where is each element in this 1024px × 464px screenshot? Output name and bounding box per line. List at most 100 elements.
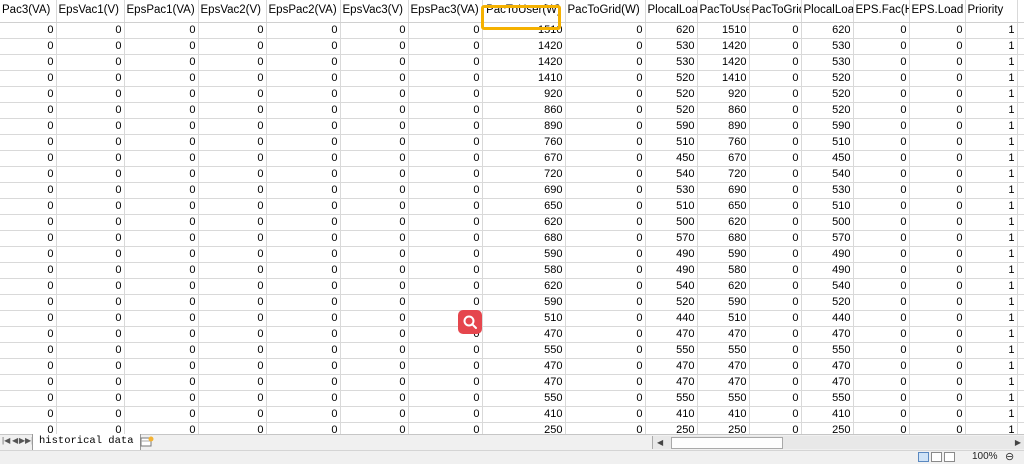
table-cell[interactable]: 0 <box>565 86 646 103</box>
table-cell[interactable]: 520 <box>801 70 854 87</box>
table-cell[interactable]: 720 <box>482 166 566 183</box>
table-cell[interactable]: 1410 <box>697 70 750 87</box>
table-cell[interactable]: 530 <box>645 182 698 199</box>
table-cell[interactable]: 0 <box>266 294 341 311</box>
table-cell[interactable]: 470 <box>482 358 566 375</box>
column-header[interactable]: EpsVac1(V) <box>56 0 125 23</box>
table-cell[interactable]: 0 <box>749 390 802 407</box>
table-cell[interactable]: 0 <box>749 214 802 231</box>
table-cell[interactable]: 0 <box>408 102 483 119</box>
table-cell[interactable]: 0 <box>853 294 910 311</box>
table-cell[interactable]: 250 <box>801 422 854 434</box>
table-cell[interactable]: 520 <box>801 86 854 103</box>
table-cell[interactable]: 0 <box>56 214 125 231</box>
table-cell[interactable]: 0 <box>909 118 966 135</box>
scroll-left-icon[interactable]: ◀ <box>657 438 663 447</box>
table-cell[interactable]: 0 <box>56 54 125 71</box>
table-cell[interactable]: 1510 <box>482 22 566 39</box>
column-header[interactable]: Pac3(VA) <box>0 0 57 23</box>
table-cell[interactable] <box>1017 278 1024 295</box>
table-cell[interactable]: 1 <box>965 38 1018 55</box>
table-cell[interactable]: 0 <box>56 310 125 327</box>
table-cell[interactable]: 0 <box>56 134 125 151</box>
table-cell[interactable]: 0 <box>266 246 341 263</box>
table-cell[interactable]: 0 <box>853 150 910 167</box>
table-cell[interactable]: 0 <box>198 422 267 434</box>
table-cell[interactable]: 250 <box>482 422 566 434</box>
table-cell[interactable]: 0 <box>853 262 910 279</box>
table-cell[interactable] <box>1017 134 1024 151</box>
table-cell[interactable]: 0 <box>124 374 199 391</box>
table-cell[interactable]: 0 <box>408 278 483 295</box>
table-cell[interactable]: 0 <box>909 294 966 311</box>
table-cell[interactable]: 520 <box>645 86 698 103</box>
table-cell[interactable]: 0 <box>124 86 199 103</box>
table-cell[interactable]: 0 <box>266 166 341 183</box>
table-cell[interactable]: 510 <box>482 310 566 327</box>
table-cell[interactable]: 0 <box>198 182 267 199</box>
table-cell[interactable]: 0 <box>124 390 199 407</box>
zoom-out-icon[interactable]: ⊖ <box>1005 450 1014 463</box>
table-cell[interactable]: 510 <box>801 198 854 215</box>
table-cell[interactable]: 0 <box>198 198 267 215</box>
table-cell[interactable]: 0 <box>408 134 483 151</box>
table-cell[interactable]: 0 <box>198 134 267 151</box>
table-cell[interactable] <box>1017 38 1024 55</box>
table-cell[interactable]: 0 <box>565 118 646 135</box>
table-cell[interactable]: 0 <box>565 22 646 39</box>
table-cell[interactable]: 0 <box>266 262 341 279</box>
zoom-level[interactable]: 100% <box>972 451 998 462</box>
table-cell[interactable]: 0 <box>0 118 57 135</box>
table-cell[interactable]: 0 <box>340 166 409 183</box>
table-cell[interactable]: 0 <box>340 422 409 434</box>
table-cell[interactable]: 0 <box>853 214 910 231</box>
table-cell[interactable] <box>1017 118 1024 135</box>
table-cell[interactable]: 0 <box>266 198 341 215</box>
table-cell[interactable]: 620 <box>482 278 566 295</box>
floating-search-button[interactable] <box>458 310 482 334</box>
horizontal-scrollbar[interactable]: ◀ ▶ <box>652 436 1024 449</box>
column-header[interactable] <box>1017 0 1024 23</box>
table-cell[interactable]: 0 <box>749 102 802 119</box>
table-cell[interactable]: 0 <box>749 166 802 183</box>
table-cell[interactable]: 0 <box>198 22 267 39</box>
table-cell[interactable]: 1 <box>965 262 1018 279</box>
table-cell[interactable] <box>1017 358 1024 375</box>
table-cell[interactable]: 1 <box>965 326 1018 343</box>
table-cell[interactable]: 0 <box>124 310 199 327</box>
table-cell[interactable]: 470 <box>645 358 698 375</box>
table-cell[interactable]: 470 <box>697 358 750 375</box>
table-cell[interactable] <box>1017 182 1024 199</box>
table-cell[interactable]: 920 <box>697 86 750 103</box>
table-cell[interactable]: 0 <box>56 406 125 423</box>
table-cell[interactable]: 0 <box>565 166 646 183</box>
table-cell[interactable]: 0 <box>124 102 199 119</box>
table-cell[interactable]: 0 <box>408 358 483 375</box>
table-cell[interactable]: 0 <box>266 422 341 434</box>
table-cell[interactable]: 0 <box>909 38 966 55</box>
table-cell[interactable]: 0 <box>853 102 910 119</box>
table-cell[interactable]: 540 <box>801 166 854 183</box>
table-cell[interactable]: 0 <box>408 118 483 135</box>
column-header[interactable]: Priority <box>965 0 1018 23</box>
table-cell[interactable]: 0 <box>408 198 483 215</box>
table-cell[interactable]: 0 <box>124 342 199 359</box>
table-cell[interactable]: 250 <box>697 422 750 434</box>
table-cell[interactable]: 0 <box>749 262 802 279</box>
table-cell[interactable]: 0 <box>749 374 802 391</box>
table-cell[interactable]: 0 <box>909 22 966 39</box>
table-cell[interactable]: 0 <box>565 358 646 375</box>
column-header[interactable]: EpsPac1(VA) <box>124 0 199 23</box>
table-cell[interactable]: 0 <box>198 294 267 311</box>
table-cell[interactable]: 0 <box>749 422 802 434</box>
table-cell[interactable]: 1 <box>965 422 1018 434</box>
table-cell[interactable]: 0 <box>0 198 57 215</box>
table-cell[interactable]: 590 <box>697 246 750 263</box>
table-cell[interactable]: 520 <box>645 70 698 87</box>
table-cell[interactable]: 0 <box>266 182 341 199</box>
prev-sheet-icon[interactable]: ◀ <box>12 436 18 445</box>
table-cell[interactable]: 1420 <box>482 38 566 55</box>
table-cell[interactable] <box>1017 342 1024 359</box>
table-cell[interactable]: 680 <box>482 230 566 247</box>
table-cell[interactable]: 0 <box>749 230 802 247</box>
